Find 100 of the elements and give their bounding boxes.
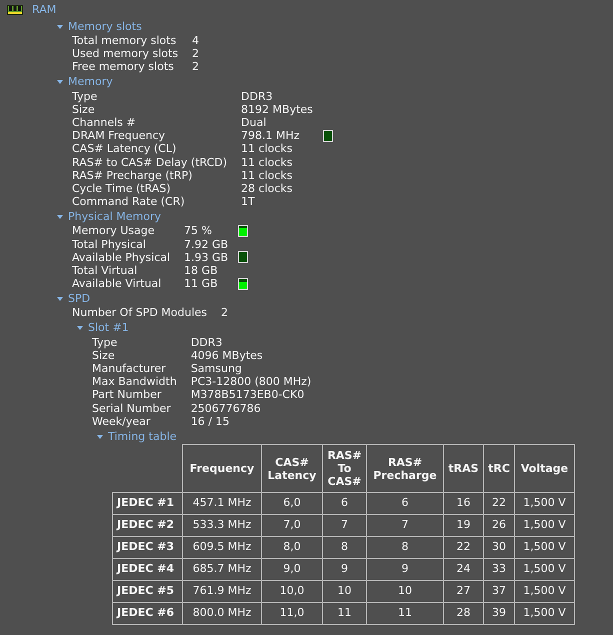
table-cell: 8 — [322, 536, 366, 559]
property-value: 11 clocks — [241, 156, 294, 169]
table-cell: 9 — [322, 558, 366, 581]
property-label: Memory Usage — [72, 224, 156, 238]
property-label: Available Physical — [72, 250, 172, 264]
property-label: Part Number — [92, 388, 162, 402]
tree-node[interactable]: Physical Memory — [68, 208, 161, 226]
table-cell: 26 — [484, 514, 514, 537]
property-value: 2506776786 — [190, 402, 262, 415]
property-label: Channels # — [72, 116, 137, 130]
property-label: DRAM Frequency — [72, 129, 166, 142]
table-cell: 9,0 — [262, 558, 322, 581]
property-value: 16 / 15 — [190, 414, 231, 428]
table-cell: 11 — [322, 602, 366, 625]
caret-icon[interactable] — [97, 434, 103, 439]
table-cell: 685.7 MHz — [182, 558, 262, 581]
property-value: 8192 MBytes — [241, 102, 313, 116]
caret-icon[interactable] — [57, 80, 63, 84]
table-cell: 24 — [444, 558, 484, 581]
property-label: Serial Number — [92, 402, 172, 415]
table-cell: 761.9 MHz — [182, 580, 262, 603]
column-header: RAS# To CAS# — [322, 444, 366, 493]
row-header: JEDEC #3 — [112, 536, 182, 559]
property-label: CAS# Latency (CL) — [72, 142, 178, 156]
property-value: 1.93 GB — [184, 250, 228, 264]
property-label: Type — [72, 90, 98, 103]
column-header: tRAS — [444, 444, 484, 493]
property-label: Used memory slots — [72, 47, 180, 60]
property-label: Number Of SPD Modules — [72, 306, 208, 320]
property-label: Manufacturer — [92, 362, 167, 376]
property-label: Max Bandwidth — [92, 375, 178, 388]
caret-icon[interactable] — [57, 297, 63, 302]
property-label: Type — [92, 336, 118, 349]
tree-node[interactable]: Slot #1 — [88, 320, 129, 337]
table-cell: 609.5 MHz — [182, 536, 262, 559]
column-header: RAS# Precharge — [366, 444, 444, 493]
property-value: 7.92 GB — [184, 238, 228, 251]
property-label: Total memory slots — [72, 34, 178, 48]
column-header: Voltage — [514, 444, 574, 493]
property-label: Total Physical — [72, 238, 147, 251]
property-value: 28 clocks — [241, 182, 294, 196]
caret-icon[interactable] — [57, 215, 63, 220]
property-value: 75 % — [184, 224, 213, 238]
tree-node[interactable]: Timing table — [108, 428, 177, 446]
table-cell: 30 — [484, 536, 514, 559]
table-cell: 22 — [484, 492, 514, 515]
table-cell: 1,500 V — [514, 580, 574, 603]
row-header: JEDEC #6 — [112, 602, 182, 625]
tree-node[interactable]: Memory — [68, 74, 113, 91]
table-cell: 19 — [444, 514, 484, 537]
table-cell: 27 — [444, 580, 484, 603]
table-cell: 28 — [444, 602, 484, 625]
property-value: Dual — [241, 116, 268, 130]
table-cell: 33 — [484, 558, 514, 581]
table-cell: 7 — [366, 514, 444, 537]
table-cell: 6 — [366, 492, 444, 515]
property-label: Cycle Time (tRAS) — [72, 182, 172, 196]
table-cell: 9 — [366, 558, 444, 581]
property-value: 11 GB — [184, 277, 219, 290]
property-value: 2 — [221, 306, 228, 320]
property-value: 18 GB — [184, 264, 219, 278]
table-cell: 800.0 MHz — [182, 602, 262, 625]
property-value: M378B5173EB0-CK0 — [190, 388, 306, 402]
memory-module-icon — [7, 5, 23, 15]
table-cell: 1,500 V — [514, 558, 574, 581]
table-cell: 533.3 MHz — [182, 514, 262, 537]
table-cell: 6,0 — [262, 492, 322, 515]
row-header: JEDEC #2 — [112, 514, 182, 537]
property-label: Size — [92, 348, 116, 362]
table-cell: 10 — [322, 580, 366, 603]
property-value: DDR3 — [190, 336, 224, 349]
table-cell: 1,500 V — [514, 536, 574, 559]
table-cell: 457.1 MHz — [182, 492, 262, 515]
property-label: Size — [72, 102, 96, 116]
property-value: 11 clocks — [241, 142, 294, 156]
column-header: tRC — [484, 444, 514, 493]
property-value: Samsung — [190, 362, 243, 376]
property-value: 2 — [192, 47, 200, 60]
table-cell: 10 — [366, 580, 444, 603]
row-header: JEDEC #5 — [112, 580, 182, 603]
table-cell: 8 — [366, 536, 444, 559]
table-cell: 7 — [322, 514, 366, 537]
tree-node[interactable]: SPD — [68, 290, 90, 308]
table-cell: 39 — [484, 602, 514, 625]
table-cell: 1,500 V — [514, 492, 574, 515]
property-label: Week/year — [92, 414, 152, 428]
table-cell: 1,500 V — [514, 602, 574, 625]
tree-node[interactable]: Memory slots — [68, 18, 142, 35]
caret-icon[interactable] — [77, 326, 83, 330]
table-cell: 7,0 — [262, 514, 322, 537]
property-label: Command Rate (CR) — [72, 195, 186, 208]
table-cell: 22 — [444, 536, 484, 559]
table-cell: 10,0 — [262, 580, 322, 603]
property-value: 11 clocks — [241, 168, 294, 182]
table-cell: 6 — [322, 492, 366, 515]
property-label: Available Virtual — [72, 277, 162, 290]
column-header: Frequency — [182, 444, 262, 493]
caret-icon[interactable] — [57, 24, 63, 29]
table-cell: 8,0 — [262, 536, 322, 559]
tree-node[interactable]: RAM — [32, 2, 56, 18]
